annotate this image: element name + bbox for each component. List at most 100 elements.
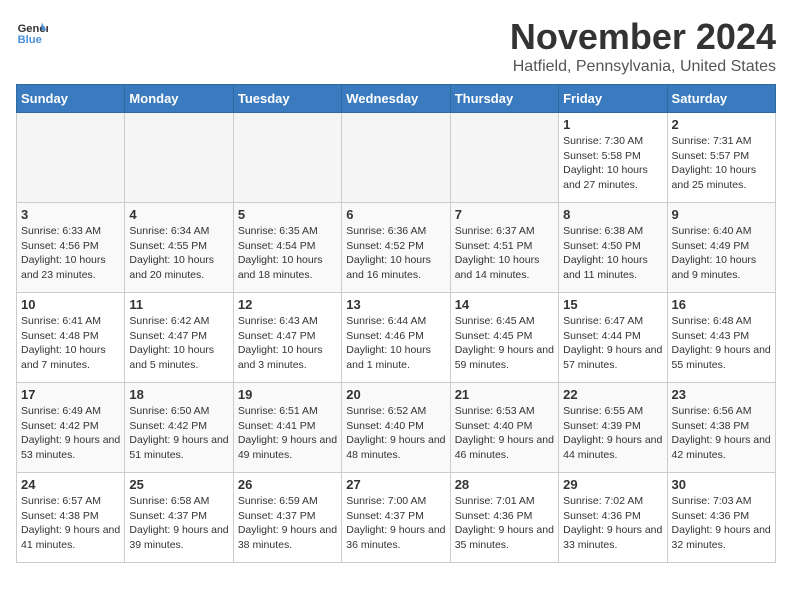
calendar-cell: 18 Sunrise: 6:50 AMSunset: 4:42 PMDayligh… (125, 383, 233, 473)
header: General Blue November 2024 Hatfield, Pen… (16, 16, 776, 76)
calendar-cell: 20 Sunrise: 6:52 AMSunset: 4:40 PMDayligh… (342, 383, 450, 473)
day-info: Sunrise: 7:02 AMSunset: 4:36 PMDaylight:… (563, 494, 662, 553)
weekday-header: Saturday (667, 85, 775, 113)
day-info: Sunrise: 6:38 AMSunset: 4:50 PMDaylight:… (563, 224, 662, 283)
day-number: 30 (672, 477, 771, 492)
day-info: Sunrise: 6:49 AMSunset: 4:42 PMDaylight:… (21, 404, 120, 463)
day-info: Sunrise: 6:52 AMSunset: 4:40 PMDaylight:… (346, 404, 445, 463)
title-section: November 2024 Hatfield, Pennsylvania, Un… (510, 16, 776, 76)
calendar-cell (450, 113, 558, 203)
day-info: Sunrise: 7:31 AMSunset: 5:57 PMDaylight:… (672, 134, 771, 193)
weekday-header: Monday (125, 85, 233, 113)
day-info: Sunrise: 7:03 AMSunset: 4:36 PMDaylight:… (672, 494, 771, 553)
day-number: 25 (129, 477, 228, 492)
day-number: 27 (346, 477, 445, 492)
day-number: 16 (672, 297, 771, 312)
day-number: 29 (563, 477, 662, 492)
calendar-cell: 4 Sunrise: 6:34 AMSunset: 4:55 PMDaylight… (125, 203, 233, 293)
logo-icon: General Blue (16, 16, 48, 48)
day-info: Sunrise: 6:47 AMSunset: 4:44 PMDaylight:… (563, 314, 662, 373)
calendar-cell: 26 Sunrise: 6:59 AMSunset: 4:37 PMDayligh… (233, 473, 341, 563)
day-number: 14 (455, 297, 554, 312)
calendar-week-row: 1Sunrise: 7:30 AMSunset: 5:58 PMDaylight… (17, 113, 776, 203)
calendar-cell: 15 Sunrise: 6:47 AMSunset: 4:44 PMDayligh… (559, 293, 667, 383)
weekday-header-row: SundayMondayTuesdayWednesdayThursdayFrid… (17, 85, 776, 113)
calendar-cell: 5 Sunrise: 6:35 AMSunset: 4:54 PMDaylight… (233, 203, 341, 293)
day-number: 12 (238, 297, 337, 312)
location-subtitle: Hatfield, Pennsylvania, United States (510, 58, 776, 76)
day-number: 20 (346, 387, 445, 402)
calendar-cell: 14 Sunrise: 6:45 AMSunset: 4:45 PMDayligh… (450, 293, 558, 383)
day-number: 17 (21, 387, 120, 402)
calendar-cell: 12 Sunrise: 6:43 AMSunset: 4:47 PMDayligh… (233, 293, 341, 383)
day-info: Sunrise: 6:57 AMSunset: 4:38 PMDaylight:… (21, 494, 120, 553)
calendar-week-row: 17 Sunrise: 6:49 AMSunset: 4:42 PMDayligh… (17, 383, 776, 473)
calendar-cell: 17 Sunrise: 6:49 AMSunset: 4:42 PMDayligh… (17, 383, 125, 473)
day-info: Sunrise: 6:35 AMSunset: 4:54 PMDaylight:… (238, 224, 337, 283)
day-number: 10 (21, 297, 120, 312)
calendar-cell: 7 Sunrise: 6:37 AMSunset: 4:51 PMDaylight… (450, 203, 558, 293)
day-info: Sunrise: 6:58 AMSunset: 4:37 PMDaylight:… (129, 494, 228, 553)
day-number: 18 (129, 387, 228, 402)
day-info: Sunrise: 6:48 AMSunset: 4:43 PMDaylight:… (672, 314, 771, 373)
day-info: Sunrise: 6:40 AMSunset: 4:49 PMDaylight:… (672, 224, 771, 283)
day-info: Sunrise: 6:34 AMSunset: 4:55 PMDaylight:… (129, 224, 228, 283)
calendar-cell: 28 Sunrise: 7:01 AMSunset: 4:36 PMDayligh… (450, 473, 558, 563)
day-info: Sunrise: 7:01 AMSunset: 4:36 PMDaylight:… (455, 494, 554, 553)
calendar-cell: 23Sunrise: 6:56 AMSunset: 4:38 PMDayligh… (667, 383, 775, 473)
calendar-cell: 2 Sunrise: 7:31 AMSunset: 5:57 PMDaylight… (667, 113, 775, 203)
day-info: Sunrise: 6:50 AMSunset: 4:42 PMDaylight:… (129, 404, 228, 463)
calendar-cell: 27 Sunrise: 7:00 AMSunset: 4:37 PMDayligh… (342, 473, 450, 563)
calendar-cell: 10 Sunrise: 6:41 AMSunset: 4:48 PMDayligh… (17, 293, 125, 383)
day-info: Sunrise: 6:44 AMSunset: 4:46 PMDaylight:… (346, 314, 445, 373)
day-info: Sunrise: 6:42 AMSunset: 4:47 PMDaylight:… (129, 314, 228, 373)
calendar-cell: 19 Sunrise: 6:51 AMSunset: 4:41 PMDayligh… (233, 383, 341, 473)
calendar-cell: 3Sunrise: 6:33 AMSunset: 4:56 PMDaylight… (17, 203, 125, 293)
day-info: Sunrise: 6:43 AMSunset: 4:47 PMDaylight:… (238, 314, 337, 373)
month-title: November 2024 (510, 16, 776, 58)
calendar-cell (125, 113, 233, 203)
calendar-table: SundayMondayTuesdayWednesdayThursdayFrid… (16, 84, 776, 563)
calendar-cell: 1Sunrise: 7:30 AMSunset: 5:58 PMDaylight… (559, 113, 667, 203)
logo: General Blue (16, 16, 48, 48)
calendar-cell: 13Sunrise: 6:44 AMSunset: 4:46 PMDayligh… (342, 293, 450, 383)
calendar-cell: 21Sunrise: 6:53 AMSunset: 4:40 PMDayligh… (450, 383, 558, 473)
day-number: 5 (238, 207, 337, 222)
calendar-cell: 8 Sunrise: 6:38 AMSunset: 4:50 PMDaylight… (559, 203, 667, 293)
day-info: Sunrise: 7:00 AMSunset: 4:37 PMDaylight:… (346, 494, 445, 553)
day-info: Sunrise: 6:59 AMSunset: 4:37 PMDaylight:… (238, 494, 337, 553)
day-info: Sunrise: 6:41 AMSunset: 4:48 PMDaylight:… (21, 314, 120, 373)
day-number: 7 (455, 207, 554, 222)
day-info: Sunrise: 6:45 AMSunset: 4:45 PMDaylight:… (455, 314, 554, 373)
day-number: 26 (238, 477, 337, 492)
day-number: 9 (672, 207, 771, 222)
calendar-cell: 24Sunrise: 6:57 AMSunset: 4:38 PMDayligh… (17, 473, 125, 563)
day-number: 28 (455, 477, 554, 492)
day-number: 22 (563, 387, 662, 402)
day-info: Sunrise: 6:37 AMSunset: 4:51 PMDaylight:… (455, 224, 554, 283)
calendar-cell: 22 Sunrise: 6:55 AMSunset: 4:39 PMDayligh… (559, 383, 667, 473)
calendar-week-row: 10 Sunrise: 6:41 AMSunset: 4:48 PMDayligh… (17, 293, 776, 383)
calendar-cell: 30 Sunrise: 7:03 AMSunset: 4:36 PMDayligh… (667, 473, 775, 563)
day-number: 3 (21, 207, 120, 222)
calendar-cell: 6Sunrise: 6:36 AMSunset: 4:52 PMDaylight… (342, 203, 450, 293)
day-number: 2 (672, 117, 771, 132)
calendar-week-row: 24Sunrise: 6:57 AMSunset: 4:38 PMDayligh… (17, 473, 776, 563)
weekday-header: Thursday (450, 85, 558, 113)
day-info: Sunrise: 7:30 AMSunset: 5:58 PMDaylight:… (563, 134, 662, 193)
day-number: 21 (455, 387, 554, 402)
day-number: 11 (129, 297, 228, 312)
calendar-week-row: 3Sunrise: 6:33 AMSunset: 4:56 PMDaylight… (17, 203, 776, 293)
day-number: 4 (129, 207, 228, 222)
weekday-header: Wednesday (342, 85, 450, 113)
svg-text:Blue: Blue (18, 34, 42, 46)
day-info: Sunrise: 6:36 AMSunset: 4:52 PMDaylight:… (346, 224, 445, 283)
day-number: 19 (238, 387, 337, 402)
calendar-cell: 9 Sunrise: 6:40 AMSunset: 4:49 PMDaylight… (667, 203, 775, 293)
calendar-cell (233, 113, 341, 203)
day-number: 15 (563, 297, 662, 312)
day-number: 8 (563, 207, 662, 222)
day-info: Sunrise: 6:55 AMSunset: 4:39 PMDaylight:… (563, 404, 662, 463)
weekday-header: Friday (559, 85, 667, 113)
day-info: Sunrise: 6:51 AMSunset: 4:41 PMDaylight:… (238, 404, 337, 463)
